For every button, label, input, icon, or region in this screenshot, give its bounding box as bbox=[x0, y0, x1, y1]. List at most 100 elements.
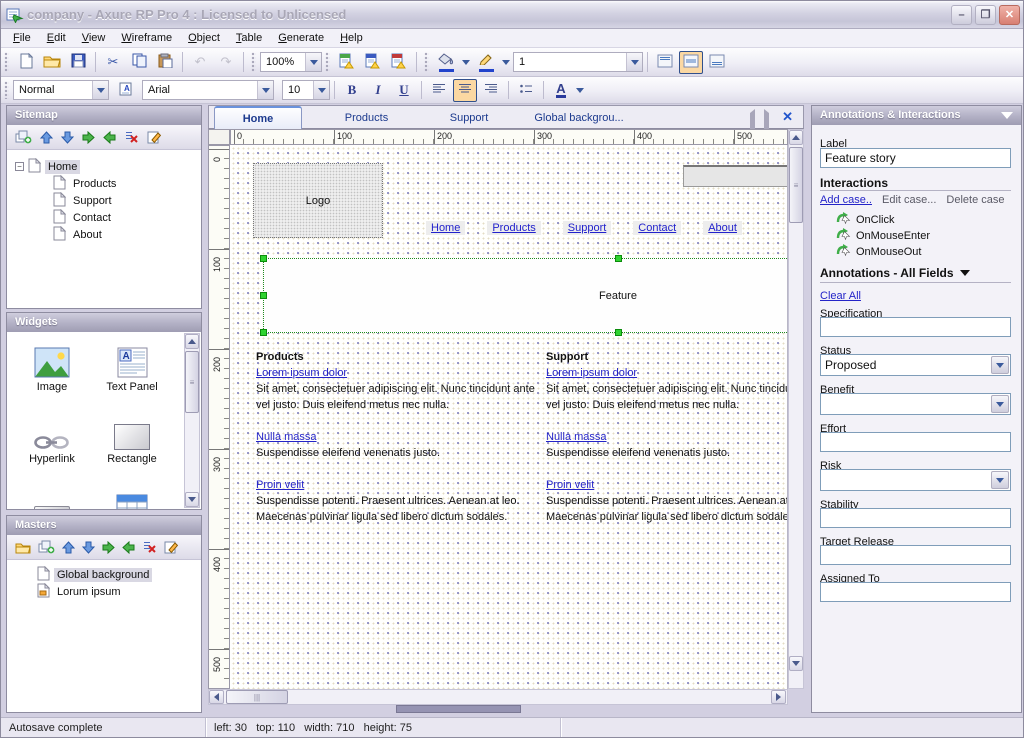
align-right-button[interactable] bbox=[479, 79, 503, 102]
style-select[interactable]: Normal bbox=[13, 80, 109, 100]
save-button[interactable] bbox=[66, 51, 90, 74]
tab-products[interactable]: Products bbox=[319, 106, 414, 130]
tab-home[interactable]: Home bbox=[214, 106, 302, 130]
assigned-to-field[interactable] bbox=[820, 582, 1011, 602]
edit-master-button[interactable] bbox=[164, 540, 178, 554]
maximize-button[interactable]: ❐ bbox=[975, 5, 996, 25]
scroll-up-button[interactable] bbox=[789, 130, 803, 145]
delete-page-button[interactable] bbox=[124, 130, 139, 144]
valign-bottom-button[interactable] bbox=[705, 51, 729, 74]
nav-link-support[interactable]: Support bbox=[563, 221, 612, 235]
menu-item-generate[interactable]: Generate bbox=[270, 30, 332, 46]
tab-global-background[interactable]: Global backgrou... bbox=[514, 106, 644, 130]
valign-middle-button[interactable] bbox=[679, 51, 703, 74]
scroll-up-button[interactable] bbox=[185, 334, 199, 349]
nav-link-home[interactable]: Home bbox=[426, 221, 465, 235]
add-master-button[interactable] bbox=[38, 540, 55, 554]
event-onclick[interactable]: OnClick bbox=[836, 212, 1011, 228]
font-color-dropdown-icon[interactable] bbox=[576, 88, 584, 93]
outdent-left-button[interactable] bbox=[103, 131, 116, 144]
new-button[interactable] bbox=[14, 51, 38, 74]
line-color-dropdown-icon[interactable] bbox=[502, 60, 510, 65]
nav-link-about[interactable]: About bbox=[703, 221, 742, 235]
font-color-button[interactable]: A bbox=[549, 79, 573, 102]
selection-handle[interactable] bbox=[615, 329, 622, 336]
delete-case-link[interactable]: Delete case bbox=[946, 194, 1004, 206]
chevron-down-icon[interactable] bbox=[991, 471, 1009, 489]
panel-collapse-icon[interactable] bbox=[1001, 112, 1013, 119]
menu-item-table[interactable]: Table bbox=[228, 30, 270, 46]
menu-item-object[interactable]: Object bbox=[180, 30, 228, 46]
italic-button[interactable]: I bbox=[366, 79, 390, 102]
add-case-link[interactable]: Add case.. bbox=[820, 194, 872, 206]
canvas-viewport[interactable]: Logo Home Products Support Contact About… bbox=[230, 145, 788, 689]
text-link[interactable]: Nulla massa bbox=[256, 429, 548, 445]
logo-widget[interactable]: Logo bbox=[253, 163, 383, 238]
bold-button[interactable]: B bbox=[340, 79, 364, 102]
line-color-button[interactable] bbox=[474, 51, 498, 74]
text-link[interactable]: Lorem ipsum dolor bbox=[256, 365, 548, 381]
undo-button[interactable]: ↶ bbox=[188, 51, 212, 74]
paste-button[interactable] bbox=[153, 51, 177, 74]
label-field[interactable] bbox=[820, 148, 1011, 168]
close-button[interactable]: ✕ bbox=[999, 5, 1020, 25]
products-column[interactable]: Products Lorem ipsum dolor Sit amet, con… bbox=[256, 349, 548, 541]
nav-link-products[interactable]: Products bbox=[487, 221, 540, 235]
align-left-button[interactable] bbox=[427, 79, 451, 102]
widget-item-text-panel[interactable]: A Text Panel bbox=[95, 342, 169, 393]
chevron-down-icon[interactable] bbox=[92, 81, 108, 99]
tab-close-button[interactable]: ✕ bbox=[782, 109, 793, 125]
text-link[interactable]: Nulla massa bbox=[546, 429, 788, 445]
menu-item-edit[interactable]: Edit bbox=[39, 30, 74, 46]
outdent-left-button[interactable] bbox=[122, 541, 135, 554]
nav-link-contact[interactable]: Contact bbox=[633, 221, 681, 235]
new-folder-button[interactable] bbox=[15, 541, 31, 554]
tree-item-about[interactable]: About bbox=[7, 226, 201, 243]
tree-item-products[interactable]: Products bbox=[7, 175, 201, 192]
event-onmouseenter[interactable]: OnMouseEnter bbox=[836, 228, 1011, 244]
scroll-right-button[interactable] bbox=[771, 690, 786, 704]
export-word-button[interactable] bbox=[361, 51, 385, 74]
tree-item-contact[interactable]: Contact bbox=[7, 209, 201, 226]
master-item-global-background[interactable]: Global background bbox=[7, 566, 201, 583]
chevron-down-icon[interactable] bbox=[626, 53, 642, 71]
line-width-select[interactable]: 1 bbox=[513, 52, 643, 72]
copy-button[interactable] bbox=[127, 51, 151, 74]
selection-handle[interactable] bbox=[260, 329, 267, 336]
font-select[interactable]: Arial bbox=[142, 80, 274, 100]
indent-right-button[interactable] bbox=[102, 541, 115, 554]
scroll-down-button[interactable] bbox=[789, 656, 803, 671]
scroll-left-button[interactable] bbox=[209, 690, 224, 704]
chevron-down-icon[interactable] bbox=[257, 81, 273, 99]
master-item-lorum-ipsum[interactable]: Lorum ipsum bbox=[7, 583, 201, 600]
menu-item-wireframe[interactable]: Wireframe bbox=[113, 30, 180, 46]
selection-handle[interactable] bbox=[260, 292, 267, 299]
tree-item-home[interactable]: − Home bbox=[7, 158, 201, 175]
move-down-button[interactable] bbox=[82, 541, 95, 554]
menu-item-file[interactable]: File bbox=[5, 30, 39, 46]
fill-color-button[interactable] bbox=[434, 51, 458, 74]
clear-all-link[interactable]: Clear All bbox=[820, 290, 861, 302]
widget-item-table[interactable] bbox=[95, 484, 169, 509]
feature-widget[interactable]: Feature bbox=[263, 258, 788, 333]
cut-button[interactable]: ✂ bbox=[101, 51, 125, 74]
align-center-button[interactable] bbox=[453, 79, 477, 102]
specification-field[interactable] bbox=[820, 317, 1011, 337]
minimize-button[interactable]: – bbox=[951, 5, 972, 25]
indent-right-button[interactable] bbox=[82, 131, 95, 144]
chevron-down-icon[interactable] bbox=[313, 81, 329, 99]
zoom-select[interactable]: 100% bbox=[260, 52, 322, 72]
delete-master-button[interactable] bbox=[142, 540, 157, 554]
splitter-bar[interactable] bbox=[396, 705, 521, 713]
hscroll-thumb[interactable]: ||| bbox=[226, 690, 288, 704]
textfield-widget[interactable] bbox=[683, 165, 788, 187]
underline-button[interactable]: U bbox=[392, 79, 416, 102]
target-release-field[interactable] bbox=[820, 545, 1011, 565]
support-column[interactable]: Support Lorem ipsum dolor Sit amet, cons… bbox=[546, 349, 788, 541]
tab-support[interactable]: Support bbox=[424, 106, 514, 130]
font-size-select[interactable]: 10 bbox=[282, 80, 330, 100]
text-link[interactable]: Proin velit bbox=[256, 477, 548, 493]
widget-item-button[interactable] bbox=[15, 490, 89, 509]
stability-field[interactable] bbox=[820, 508, 1011, 528]
vscroll-thumb[interactable]: ≡ bbox=[789, 147, 803, 223]
